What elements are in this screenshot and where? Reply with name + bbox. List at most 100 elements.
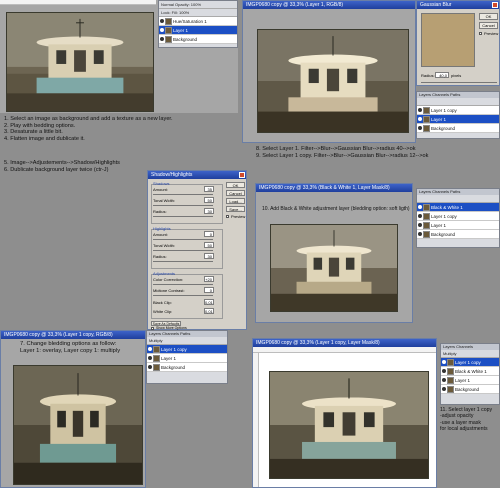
panel3-options[interactable]: [417, 195, 499, 203]
radius-field[interactable]: 40,0: [435, 72, 449, 78]
panel2-document-window: IMGP0680 copy @ 33,3% (Layer 1, RGB/8): [242, 0, 416, 143]
panel5-blend-mode[interactable]: Multiply: [441, 350, 499, 358]
layer-row[interactable]: Layer 1 copy: [417, 106, 499, 115]
layer-thumbnail: [423, 204, 430, 211]
highlight-tonal-field[interactable]: 50: [204, 242, 214, 248]
panel1-lock-row[interactable]: Lock: Fill: 100%: [159, 9, 237, 17]
cancel-button[interactable]: Cancel: [479, 22, 498, 29]
layer-name: Layer 1: [173, 28, 189, 33]
layer-thumbnail: [165, 27, 172, 34]
eye-icon[interactable]: [442, 378, 446, 382]
shadow-amount-field[interactable]: 35: [204, 186, 214, 192]
layer-row[interactable]: Hue/Saturation 1: [159, 17, 237, 26]
layer-row[interactable]: Layer 1 copy: [441, 358, 499, 367]
eye-icon[interactable]: [418, 126, 422, 130]
panel5-title-bar: IMGP0680 copy @ 33,3% (Layer 1 copy, Lay…: [253, 339, 436, 347]
eye-icon[interactable]: [160, 37, 164, 41]
panel5-document-window: IMGP0680 copy @ 33,3% (Layer 1 copy, Lay…: [252, 338, 437, 488]
layer-row[interactable]: Background: [417, 124, 499, 133]
layer-row[interactable]: Layer 1: [441, 376, 499, 385]
layer-row[interactable]: Layer 1 copy: [147, 345, 227, 354]
adjustments-heading: Adjustments: [153, 271, 176, 276]
eye-icon[interactable]: [442, 360, 446, 364]
close-icon[interactable]: [492, 2, 498, 8]
eye-icon[interactable]: [418, 205, 422, 209]
highlight-radius-field[interactable]: 30: [204, 253, 214, 259]
layer-row[interactable]: Background: [441, 385, 499, 394]
highlight-radius-slider[interactable]: [153, 261, 213, 262]
eye-icon[interactable]: [442, 387, 446, 391]
panel5-ruler-h: [253, 347, 436, 353]
shadow-radius-slider[interactable]: [153, 216, 213, 217]
shadow-tonal-slider[interactable]: [153, 205, 213, 206]
highlight-amount-field[interactable]: 0: [204, 231, 214, 237]
panel4-photo: [13, 365, 143, 485]
panel3-photo: [270, 224, 398, 312]
blur-preview-thumbnail: [421, 13, 475, 67]
color-correction-slider[interactable]: [153, 284, 213, 285]
layer-thumbnail: [423, 213, 430, 220]
layer-row[interactable]: Background: [159, 35, 237, 44]
panel1-ruler-h: [0, 0, 156, 5]
eye-icon[interactable]: [148, 356, 152, 360]
shadow-radius-field[interactable]: 30: [204, 208, 214, 214]
shadow-amount-slider[interactable]: [153, 194, 213, 195]
tonal-width-label: Tonal Width:: [153, 198, 176, 203]
eye-icon[interactable]: [148, 365, 152, 369]
eye-icon[interactable]: [418, 232, 422, 236]
layer-row[interactable]: Layer 1: [417, 221, 499, 230]
preview-checkbox[interactable]: [479, 32, 482, 35]
layer-row[interactable]: Background: [147, 363, 227, 372]
panel4-title-bar: IMGP0680 copy @ 33,3% (Layer 1 copy, RGB…: [1, 331, 145, 339]
panel5-photo: [269, 371, 429, 479]
layer-row[interactable]: Layer 1: [147, 354, 227, 363]
panel3-layers-palette: Layers Channels Paths Black & White 1 La…: [416, 188, 500, 248]
preview-label: Preview: [484, 31, 499, 36]
black-clip-label: Black Clip:: [153, 300, 172, 305]
panel1-blend-row[interactable]: Normal Opacity: 100%: [159, 1, 237, 9]
layer-row[interactable]: Background: [417, 230, 499, 239]
tonal-width-label: Tonal Width:: [153, 243, 176, 248]
close-icon[interactable]: [239, 172, 245, 178]
preview-checkbox[interactable]: [226, 215, 229, 218]
save-button[interactable]: Save...: [226, 206, 245, 212]
pavilion-image: [258, 30, 408, 132]
ok-button[interactable]: OK: [479, 13, 498, 20]
shadow-tonal-field[interactable]: 50: [204, 197, 214, 203]
eye-icon[interactable]: [160, 19, 164, 23]
eye-icon[interactable]: [418, 223, 422, 227]
radius-label: Radius:: [153, 209, 167, 214]
white-clip-field[interactable]: 0,01: [204, 308, 214, 314]
eye-icon[interactable]: [148, 347, 152, 351]
cancel-button[interactable]: Cancel: [226, 190, 245, 196]
load-button[interactable]: Load...: [226, 198, 245, 204]
panel4-blend-mode[interactable]: Multiply: [147, 337, 227, 345]
layer-row[interactable]: Black & White 1: [441, 367, 499, 376]
gaussian-blur-title-bar: Gaussian Blur: [417, 1, 499, 9]
ok-button[interactable]: OK: [226, 182, 245, 188]
eye-icon[interactable]: [160, 28, 164, 32]
panel2-layers-palette: Layers Channels Paths Layer 1 copy Layer…: [416, 91, 500, 139]
layer-row[interactable]: Layer 1: [159, 26, 237, 35]
black-clip-field[interactable]: 0,01: [204, 299, 214, 305]
color-correction-label: Color Correction:: [153, 277, 184, 282]
eye-icon[interactable]: [418, 108, 422, 112]
midtone-contrast-field[interactable]: 0: [204, 287, 214, 293]
highlight-tonal-slider[interactable]: [153, 250, 213, 251]
layer-row[interactable]: Layer 1 copy: [417, 212, 499, 221]
panel2-title-bar: IMGP0680 copy @ 33,3% (Layer 1, RGB/8): [243, 1, 415, 9]
eye-icon[interactable]: [442, 369, 446, 373]
layer-thumbnail: [423, 125, 430, 132]
highlight-amount-slider[interactable]: [153, 239, 213, 240]
color-correction-field[interactable]: +20: [204, 276, 214, 282]
radius-slider[interactable]: [421, 82, 497, 83]
panel2-options[interactable]: [417, 98, 499, 106]
layer-row[interactable]: Black & White 1: [417, 203, 499, 212]
layer-row[interactable]: Layer 1: [417, 115, 499, 124]
steps-5-6: 5. Image-->Adjustements-->Shadow/Highlig…: [4, 160, 120, 173]
eye-icon[interactable]: [418, 117, 422, 121]
panel1-photo: [6, 12, 154, 112]
eye-icon[interactable]: [418, 214, 422, 218]
white-clip-label: White Clip:: [153, 309, 173, 314]
midtone-contrast-slider[interactable]: [153, 295, 213, 296]
